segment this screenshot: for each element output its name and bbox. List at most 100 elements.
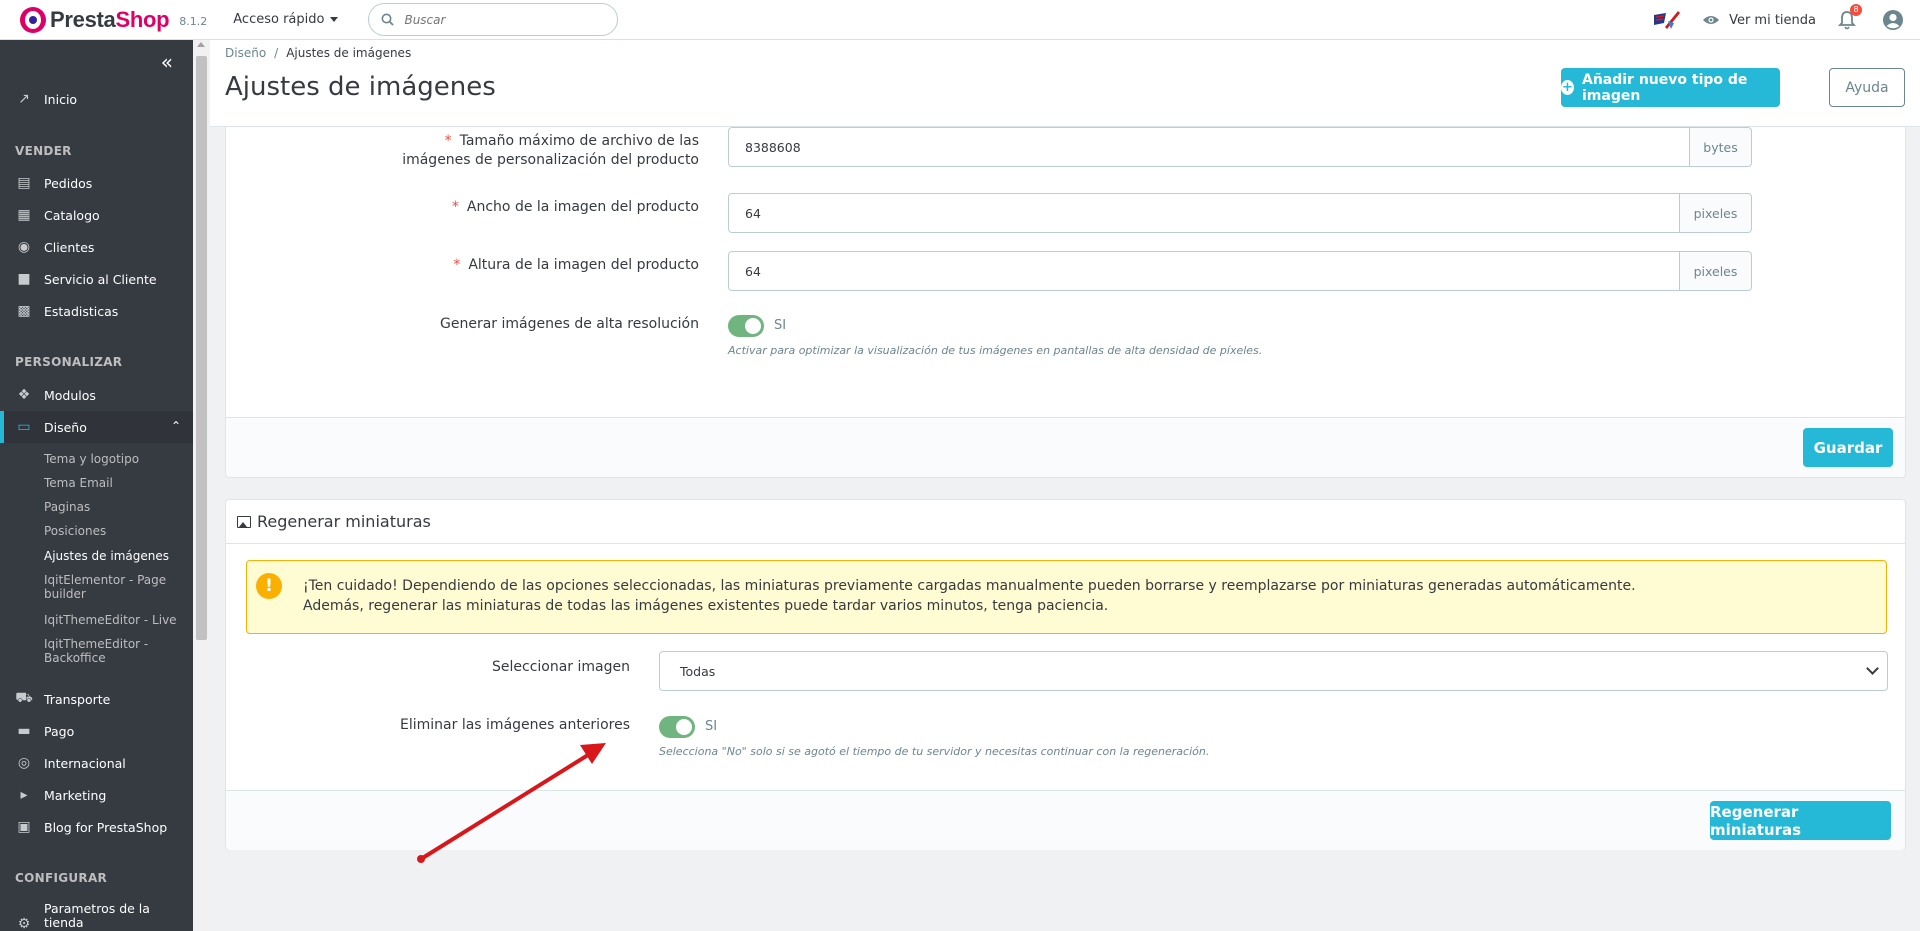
credit-card-icon: ▬ (17, 723, 31, 739)
sidebar-subitem-iqit-theme-live[interactable]: IqitThemeEditor - Live (44, 613, 184, 627)
high-resolution-state: SI (774, 318, 787, 333)
regenerate-thumbnails-card: Regenerar miniaturas ! ¡Ten cuidado! Dep… (225, 499, 1906, 850)
shop-flag-icon[interactable] (1652, 9, 1682, 31)
product-height-group: 64 pixeles (728, 251, 1752, 291)
collapse-sidebar-icon[interactable]: « (161, 52, 173, 72)
search-box[interactable] (368, 3, 619, 36)
high-resolution-help: Activar para optimizar la visualización … (728, 344, 1263, 357)
sidebar-item-stats[interactable]: ▩ Estadisticas (0, 295, 193, 327)
card-footer: Guardar (226, 417, 1905, 477)
sidebar-nav: « ↗ Inicio VENDER ▤ Pedidos ▦ Catalogo ◉ Cli… (0, 40, 193, 931)
card-header: Regenerar miniaturas (226, 500, 1905, 544)
regenerate-title: Regenerar miniaturas (257, 512, 431, 531)
sidebar-item-label: Transporte (44, 691, 111, 707)
sidebar-item-label: Pago (44, 723, 75, 739)
section-title-sell: VENDER (15, 144, 72, 158)
card-footer: Regenerar miniaturas (226, 790, 1905, 850)
sidebar-subitem-theme[interactable]: Tema y logotipo (44, 452, 184, 466)
sidebar-item-label: Blog for PrestaShop (44, 819, 168, 835)
section-title-customize: PERSONALIZAR (15, 355, 123, 369)
bytes-unit-addon: bytes (1690, 127, 1752, 167)
sidebar-item-customer-service[interactable]: ■ Servicio al Cliente (0, 263, 193, 295)
product-width-input[interactable]: 64 (728, 193, 1680, 233)
max-file-size-input[interactable]: 8388608 (728, 127, 1690, 167)
image-icon (237, 515, 251, 528)
sidebar-item-shipping[interactable]: ⛟ Transporte (0, 683, 193, 715)
sidebar-item-design[interactable]: ▭ Diseño ⌃ (0, 411, 193, 443)
globe-icon: ◎ (17, 755, 31, 771)
save-button[interactable]: Guardar (1803, 428, 1893, 467)
pixels-unit-addon: pixeles (1680, 193, 1752, 233)
quick-access-label: Acceso rápido (233, 12, 325, 27)
sidebar-scrollbar-thumb[interactable] (196, 56, 207, 640)
sidebar-item-shop-params[interactable]: ⚙ Parametros de la tienda (0, 902, 193, 931)
view-store-label: Ver mi tienda (1729, 12, 1816, 28)
breadcrumb: Diseño / Ajustes de imágenes (225, 46, 411, 60)
product-width-group: 64 pixeles (728, 193, 1752, 233)
megaphone-icon: ▸ (20, 787, 28, 803)
product-height-input[interactable]: 64 (728, 251, 1680, 291)
erase-previous-toggle[interactable] (659, 716, 695, 738)
sidebar-item-home[interactable]: ↗ Inicio (0, 83, 193, 115)
section-title-configure: CONFIGURAR (15, 871, 108, 885)
product-images-settings-card: * Tamaño máximo de archivo de las imágene… (225, 110, 1906, 478)
chevron-up-icon: ⌃ (170, 419, 181, 433)
sidebar-item-label: Diseño (44, 419, 87, 435)
sidebar-item-payment[interactable]: ▬ Pago (0, 715, 193, 747)
sidebar-item-catalog[interactable]: ▦ Catalogo (0, 199, 193, 231)
sidebar-item-orders[interactable]: ▤ Pedidos (0, 167, 193, 199)
notifications-button[interactable]: 8 (1837, 4, 1862, 30)
store-icon: ▦ (17, 207, 31, 223)
erase-previous-label: Eliminar las imágenes anteriores (400, 717, 630, 733)
quick-access-menu[interactable]: Acceso rápido (233, 12, 339, 27)
sidebar-subitem-iqit-elementor[interactable]: IqitElementor - Page builder (44, 573, 184, 601)
search-input[interactable] (404, 12, 585, 27)
breadcrumb-current: Ajustes de imágenes (286, 46, 412, 60)
page-title: Ajustes de imágenes (225, 72, 496, 102)
basket-icon: ▤ (17, 175, 31, 191)
breadcrumb-parent[interactable]: Diseño (225, 46, 266, 60)
product-height-label-text: Altura de la imagen del producto (468, 257, 699, 273)
image-type-select[interactable]: Todas (659, 651, 1888, 691)
sidebar-item-label: Inicio (44, 91, 78, 107)
required-marker: * (451, 199, 459, 215)
sidebar-item-blog[interactable]: ▣ Blog for PrestaShop (0, 811, 193, 843)
warning-line-1: ¡Ten cuidado! Dependiendo de las opcione… (303, 578, 1636, 594)
sidebar-item-label: Estadisticas (44, 303, 119, 319)
add-image-type-button[interactable]: + Añadir nuevo tipo de imagen (1561, 68, 1780, 107)
sidebar-item-customers[interactable]: ◉ Clientes (0, 231, 193, 263)
chat-icon: ■ (17, 271, 31, 287)
sidebar-subitem-email-theme[interactable]: Tema Email (44, 476, 184, 490)
caret-down-icon (330, 17, 339, 22)
pixels-unit-addon: pixeles (1680, 251, 1752, 291)
product-width-label-text: Ancho de la imagen del producto (466, 199, 699, 215)
page-header: Diseño / Ajustes de imágenes Ajustes de im… (210, 40, 1920, 127)
search-icon (381, 13, 395, 26)
high-resolution-label: Generar imágenes de alta resolución (440, 316, 699, 332)
product-height-label: * Altura de la imagen del producto (376, 256, 699, 275)
document-icon: ▣ (17, 819, 31, 835)
eye-icon (1703, 16, 1720, 24)
sidebar-item-marketing[interactable]: ▸ Marketing (0, 779, 193, 811)
truck-icon: ⛟ (15, 690, 33, 706)
account-circle-icon: ◉ (17, 239, 31, 255)
sidebar-item-label: Clientes (44, 239, 95, 255)
sidebar-subitem-positions[interactable]: Posiciones (44, 524, 184, 538)
sidebar-subitem-image-settings[interactable]: Ajustes de imágenes (44, 549, 184, 563)
user-account-icon[interactable] (1882, 9, 1904, 31)
scroll-up-arrow-icon[interactable] (197, 42, 205, 47)
select-image-label: Seleccionar imagen (492, 659, 630, 675)
sidebar-subitem-iqit-theme-backoffice[interactable]: IqitThemeEditor - Backoffice (44, 637, 184, 665)
brand-name: PrestaShop (50, 6, 170, 32)
high-resolution-toggle[interactable] (728, 315, 764, 337)
sidebar-subitem-pages[interactable]: Paginas (44, 500, 184, 514)
warning-line-2: Además, regenerar las miniaturas de toda… (303, 598, 1109, 614)
plus-circle-icon: + (1561, 80, 1574, 95)
regenerate-thumbnails-button[interactable]: Regenerar miniaturas (1710, 801, 1891, 840)
view-store-link[interactable]: Ver mi tienda (1702, 13, 1816, 28)
prestashop-logo[interactable]: PrestaShop (20, 6, 170, 33)
help-button[interactable]: Ayuda (1829, 68, 1905, 107)
sidebar-item-modules[interactable]: ❖ Modulos (0, 379, 193, 411)
notification-badge: 8 (1850, 4, 1862, 16)
sidebar-item-international[interactable]: ◎ Internacional (0, 747, 193, 779)
